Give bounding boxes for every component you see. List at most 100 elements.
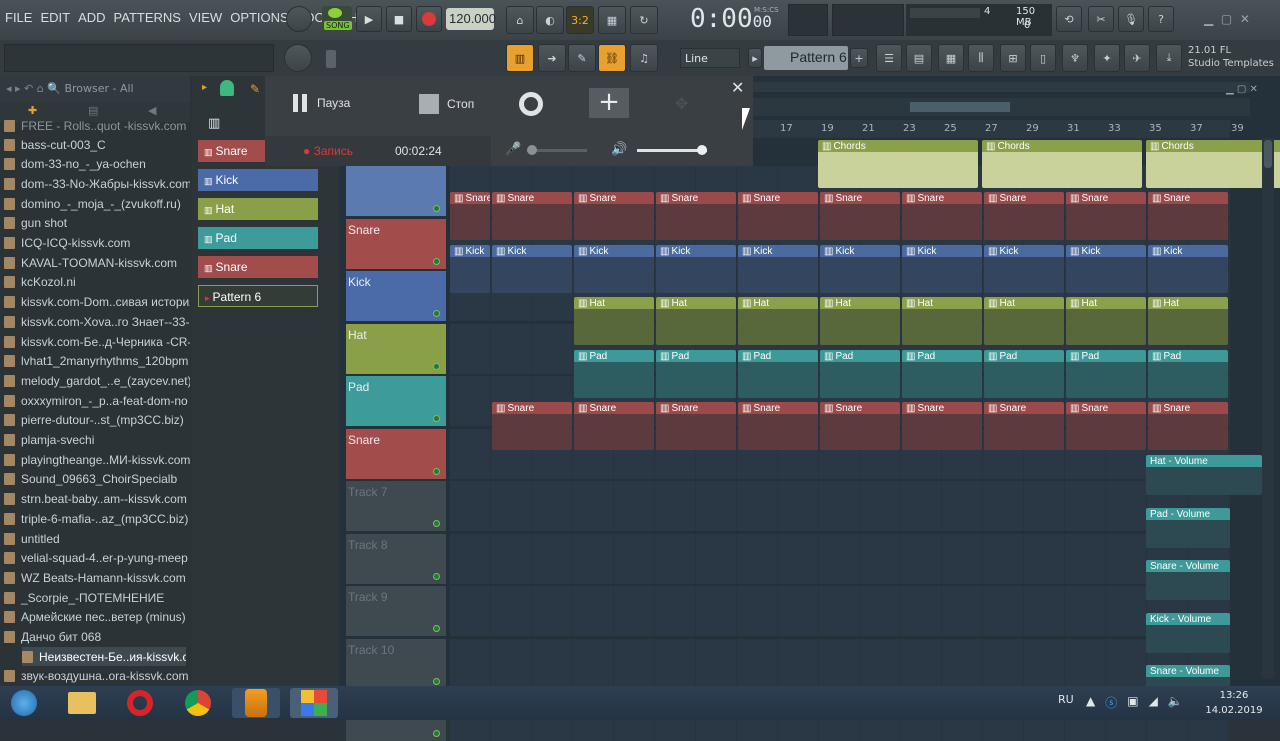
clip-chords[interactable]: ▥ Chords: [1146, 140, 1280, 188]
menu-options[interactable]: OPTIONS: [229, 10, 290, 25]
clip-snare[interactable]: ▥ Snare: [984, 192, 1064, 240]
browser-item[interactable]: strn.beat-baby..am--kissvk.com: [4, 490, 190, 509]
playlist-scroll-overview[interactable]: [750, 98, 1250, 116]
taskbar-recorder[interactable]: [290, 688, 338, 718]
browser-item[interactable]: Данчо бит 068: [4, 628, 190, 647]
maximize-icon[interactable]: ▢: [1237, 84, 1246, 95]
clip-pad[interactable]: ▥ Pad: [574, 350, 654, 398]
browser-item[interactable]: bass-cut-003_C: [4, 135, 190, 154]
tray-app-icon[interactable]: ▣: [1127, 694, 1138, 711]
menu-view[interactable]: VIEW: [188, 10, 223, 25]
close-recorder-icon[interactable]: ✕: [731, 78, 744, 97]
track-header[interactable]: Track 9: [346, 586, 446, 636]
browser-item[interactable]: ICQ-ICQ-kissvk.com: [4, 234, 190, 253]
clip-snare[interactable]: ▥ Snare: [574, 192, 654, 240]
clip-hat[interactable]: ▥ Hat: [1066, 297, 1146, 345]
scroll-thumb[interactable]: [1264, 140, 1272, 168]
clip-pad[interactable]: ▥ Pad: [656, 350, 736, 398]
project-picker-button[interactable]: ▯: [1030, 44, 1056, 72]
clip-snare[interactable]: ▥ Snare: [1066, 402, 1146, 450]
track-mute-led[interactable]: [433, 730, 440, 737]
browser-item[interactable]: kissvk.com-Dom..сивая история: [4, 293, 190, 312]
pattern-selector[interactable]: Pattern 6: [764, 46, 848, 70]
tempo-display[interactable]: 120.000: [446, 8, 496, 30]
clip-snare[interactable]: ▥ Snare: [984, 402, 1064, 450]
picker-arrow-icon[interactable]: ▸: [202, 82, 207, 93]
record-button[interactable]: [416, 6, 442, 32]
clip-pad[interactable]: ▥ Pad: [984, 350, 1064, 398]
headphone-icon[interactable]: [220, 80, 234, 96]
menu-file[interactable]: FILE: [4, 10, 33, 25]
undo-button[interactable]: ⟲: [1056, 6, 1082, 32]
browser-item[interactable]: velial-squad-4..er-p-yung-meep: [4, 549, 190, 568]
wait-input-button[interactable]: ◐: [536, 6, 564, 34]
clip-automation[interactable]: Snare - Volume: [1146, 560, 1230, 600]
speaker-icon[interactable]: 🔊: [611, 142, 627, 157]
draw-tool-button[interactable]: ✎: [568, 44, 596, 72]
browser-item[interactable]: Sound_09663_ChoirSpecialb: [4, 470, 190, 489]
playlist-scrollbar[interactable]: [1262, 138, 1274, 678]
countdown-button[interactable]: 3:2: [566, 6, 594, 34]
minimize-icon[interactable]: ▁: [1204, 12, 1213, 26]
clip-automation[interactable]: Hat - Volume: [1146, 455, 1262, 495]
clip-snare[interactable]: ▥ Snare: [450, 192, 490, 240]
tray-up-icon[interactable]: ▲: [1086, 694, 1095, 711]
tray-volume-icon[interactable]: 🔈: [1168, 694, 1183, 711]
overview-window[interactable]: [910, 102, 1010, 112]
clip-pad[interactable]: ▥ Pad: [820, 350, 900, 398]
play-button[interactable]: ▶: [356, 6, 382, 32]
browser-item[interactable]: gun shot: [4, 214, 190, 233]
track-header[interactable]: Hat: [346, 323, 446, 374]
track-mute-led[interactable]: [433, 520, 440, 527]
track-header[interactable]: Snare: [346, 428, 446, 479]
step-edit-button[interactable]: ➜: [538, 44, 566, 72]
browser-item[interactable]: kcKozol.ni: [4, 273, 190, 292]
track-header[interactable]: Snare: [346, 218, 446, 269]
snap-link-button[interactable]: ⛓: [598, 44, 626, 72]
browser-nav-icons[interactable]: ◂ ▸ ↶ ⌂ 🔍: [6, 82, 61, 95]
menu-add[interactable]: ADD: [77, 10, 106, 25]
tray-clock[interactable]: 13:26 14.02.2019: [1202, 688, 1266, 718]
add-pattern-button[interactable]: +: [850, 48, 868, 68]
menu-patterns[interactable]: PATTERNS: [113, 10, 182, 25]
channel-rack-button[interactable]: ▦: [938, 44, 964, 72]
clip-kick[interactable]: ▥ Kick: [738, 245, 818, 293]
clip-hat[interactable]: ▥ Hat: [656, 297, 736, 345]
clip-snare[interactable]: ▥ Snare: [656, 192, 736, 240]
clip-snare[interactable]: ▥ Snare: [738, 192, 818, 240]
track-lane[interactable]: [450, 586, 1230, 636]
pattern-prev-button[interactable]: ▸: [748, 48, 762, 68]
clip-kick[interactable]: ▥ Kick: [450, 245, 490, 293]
track-mute-led[interactable]: [433, 572, 440, 580]
browser-button[interactable]: ⊞: [1000, 44, 1026, 72]
pattern-item[interactable]: ▥ Snare: [198, 256, 318, 278]
cut-button[interactable]: ✂: [1088, 6, 1114, 32]
clip-hat[interactable]: ▥ Hat: [1148, 297, 1228, 345]
system-volume-slider[interactable]: [637, 145, 707, 155]
pitch-knob[interactable]: [284, 44, 312, 72]
clip-hat[interactable]: ▥ Hat: [820, 297, 900, 345]
browser-item[interactable]: звук-воздушна..ora-kissvk.com: [4, 667, 190, 686]
browser-item[interactable]: kissvk.com-Xova..го Знает--33-: [4, 312, 190, 331]
add-overlay-button[interactable]: +: [589, 88, 629, 118]
browser-item[interactable]: domino_-_moja_-_(zvukoff.ru): [4, 194, 190, 213]
tempo-tapper-button[interactable]: ✈: [1124, 44, 1150, 72]
clip-chords[interactable]: ▥ Chords: [982, 140, 1142, 188]
clip-kick[interactable]: ▥ Kick: [656, 245, 736, 293]
clip-snare[interactable]: ▥ Snare: [902, 402, 982, 450]
clip-kick[interactable]: ▥ Kick: [574, 245, 654, 293]
clip-hat[interactable]: ▥ Hat: [902, 297, 982, 345]
track-mute-led[interactable]: [433, 257, 440, 265]
plugin-picker-button[interactable]: ♆: [1062, 44, 1088, 72]
taskbar-chrome[interactable]: [174, 688, 222, 718]
clip-automation[interactable]: Kick - Volume: [1146, 612, 1230, 653]
browser-item[interactable]: dom-33-no_-_ya-ochen: [4, 155, 190, 174]
track-mute-led[interactable]: [433, 677, 440, 685]
clip-hat[interactable]: ▥ Hat: [738, 297, 818, 345]
browser-item[interactable]: playingtheange..МИ-kissvk.com: [4, 450, 190, 469]
mic-slider-thumb[interactable]: [527, 145, 537, 155]
menu-edit[interactable]: EDIT: [39, 10, 71, 25]
track-mute-led[interactable]: [433, 310, 440, 317]
minimize-icon[interactable]: ▁: [1226, 84, 1234, 95]
clip-pad[interactable]: ▥ Pad: [1148, 350, 1228, 398]
